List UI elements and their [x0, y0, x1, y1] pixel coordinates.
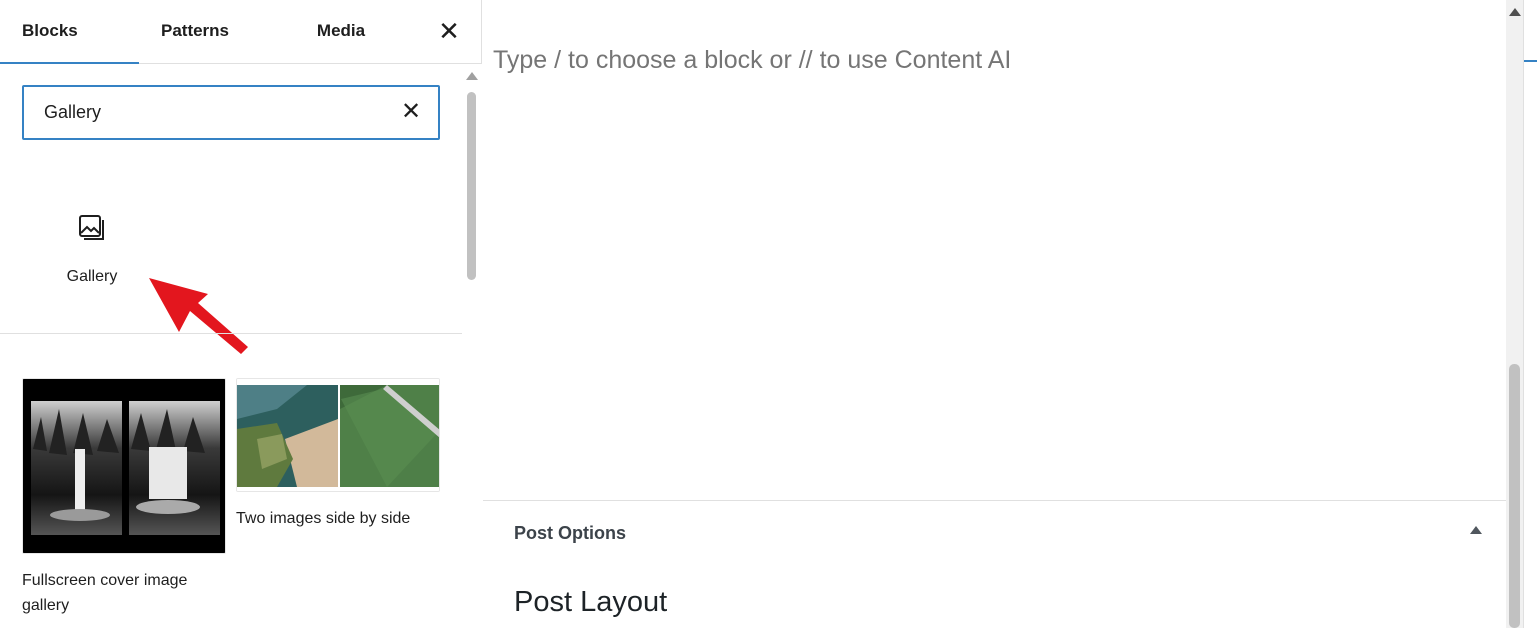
block-item-label: Gallery [66, 268, 118, 285]
pattern-preview-image [22, 378, 226, 554]
editor-scrollbar[interactable] [1506, 0, 1523, 628]
gallery-icon [79, 215, 104, 240]
clear-search-button[interactable]: ✕ [396, 97, 426, 127]
close-icon: ✕ [438, 16, 460, 46]
post-options-title: Post Options [514, 523, 626, 543]
block-inserter-panel: Blocks Patterns Media ✕ ✕ Gallery [0, 0, 482, 628]
tab-patterns[interactable]: Patterns [139, 0, 251, 64]
block-placeholder[interactable]: Type / to choose a block or // to use Co… [493, 46, 1011, 75]
scrollbar-thumb[interactable] [467, 92, 476, 280]
divider [0, 333, 462, 334]
search-box: ✕ [22, 85, 440, 140]
pattern-preview-image [236, 378, 440, 492]
post-options-panel-header[interactable]: Post Options [483, 501, 1506, 563]
editor-canvas: Type / to choose a block or // to use Co… [483, 0, 1506, 628]
caret-up-icon[interactable] [1470, 526, 1482, 534]
waterfall-gallery-thumbnail [23, 379, 225, 553]
scroll-up-arrow-icon[interactable] [1509, 8, 1521, 16]
annotation-arrow [149, 278, 248, 354]
settings-sidebar-edge [1523, 0, 1537, 628]
pattern-item-two-images[interactable]: Two images side by side [236, 378, 440, 531]
inserter-scrollbar[interactable] [462, 64, 482, 628]
search-input[interactable] [44, 87, 384, 138]
tab-media[interactable]: Media [285, 0, 397, 64]
pattern-item-fullscreen-cover-gallery[interactable]: Fullscreen cover image gallery [22, 378, 226, 618]
scroll-up-arrow-icon[interactable] [466, 72, 478, 80]
inserter-tabs: Blocks Patterns Media ✕ [0, 0, 482, 64]
close-inserter-button[interactable]: ✕ [432, 14, 466, 48]
active-tab-indicator [1524, 60, 1537, 62]
post-layout-heading: Post Layout [514, 586, 668, 618]
block-item-gallery[interactable]: Gallery [40, 200, 144, 300]
aerial-photos-thumbnail [237, 379, 439, 491]
tab-blocks[interactable]: Blocks [0, 0, 139, 64]
scrollbar-thumb[interactable] [1509, 364, 1520, 628]
pattern-item-label: Fullscreen cover image gallery [22, 572, 188, 614]
close-icon: ✕ [400, 98, 422, 125]
pattern-item-label: Two images side by side [236, 510, 411, 527]
